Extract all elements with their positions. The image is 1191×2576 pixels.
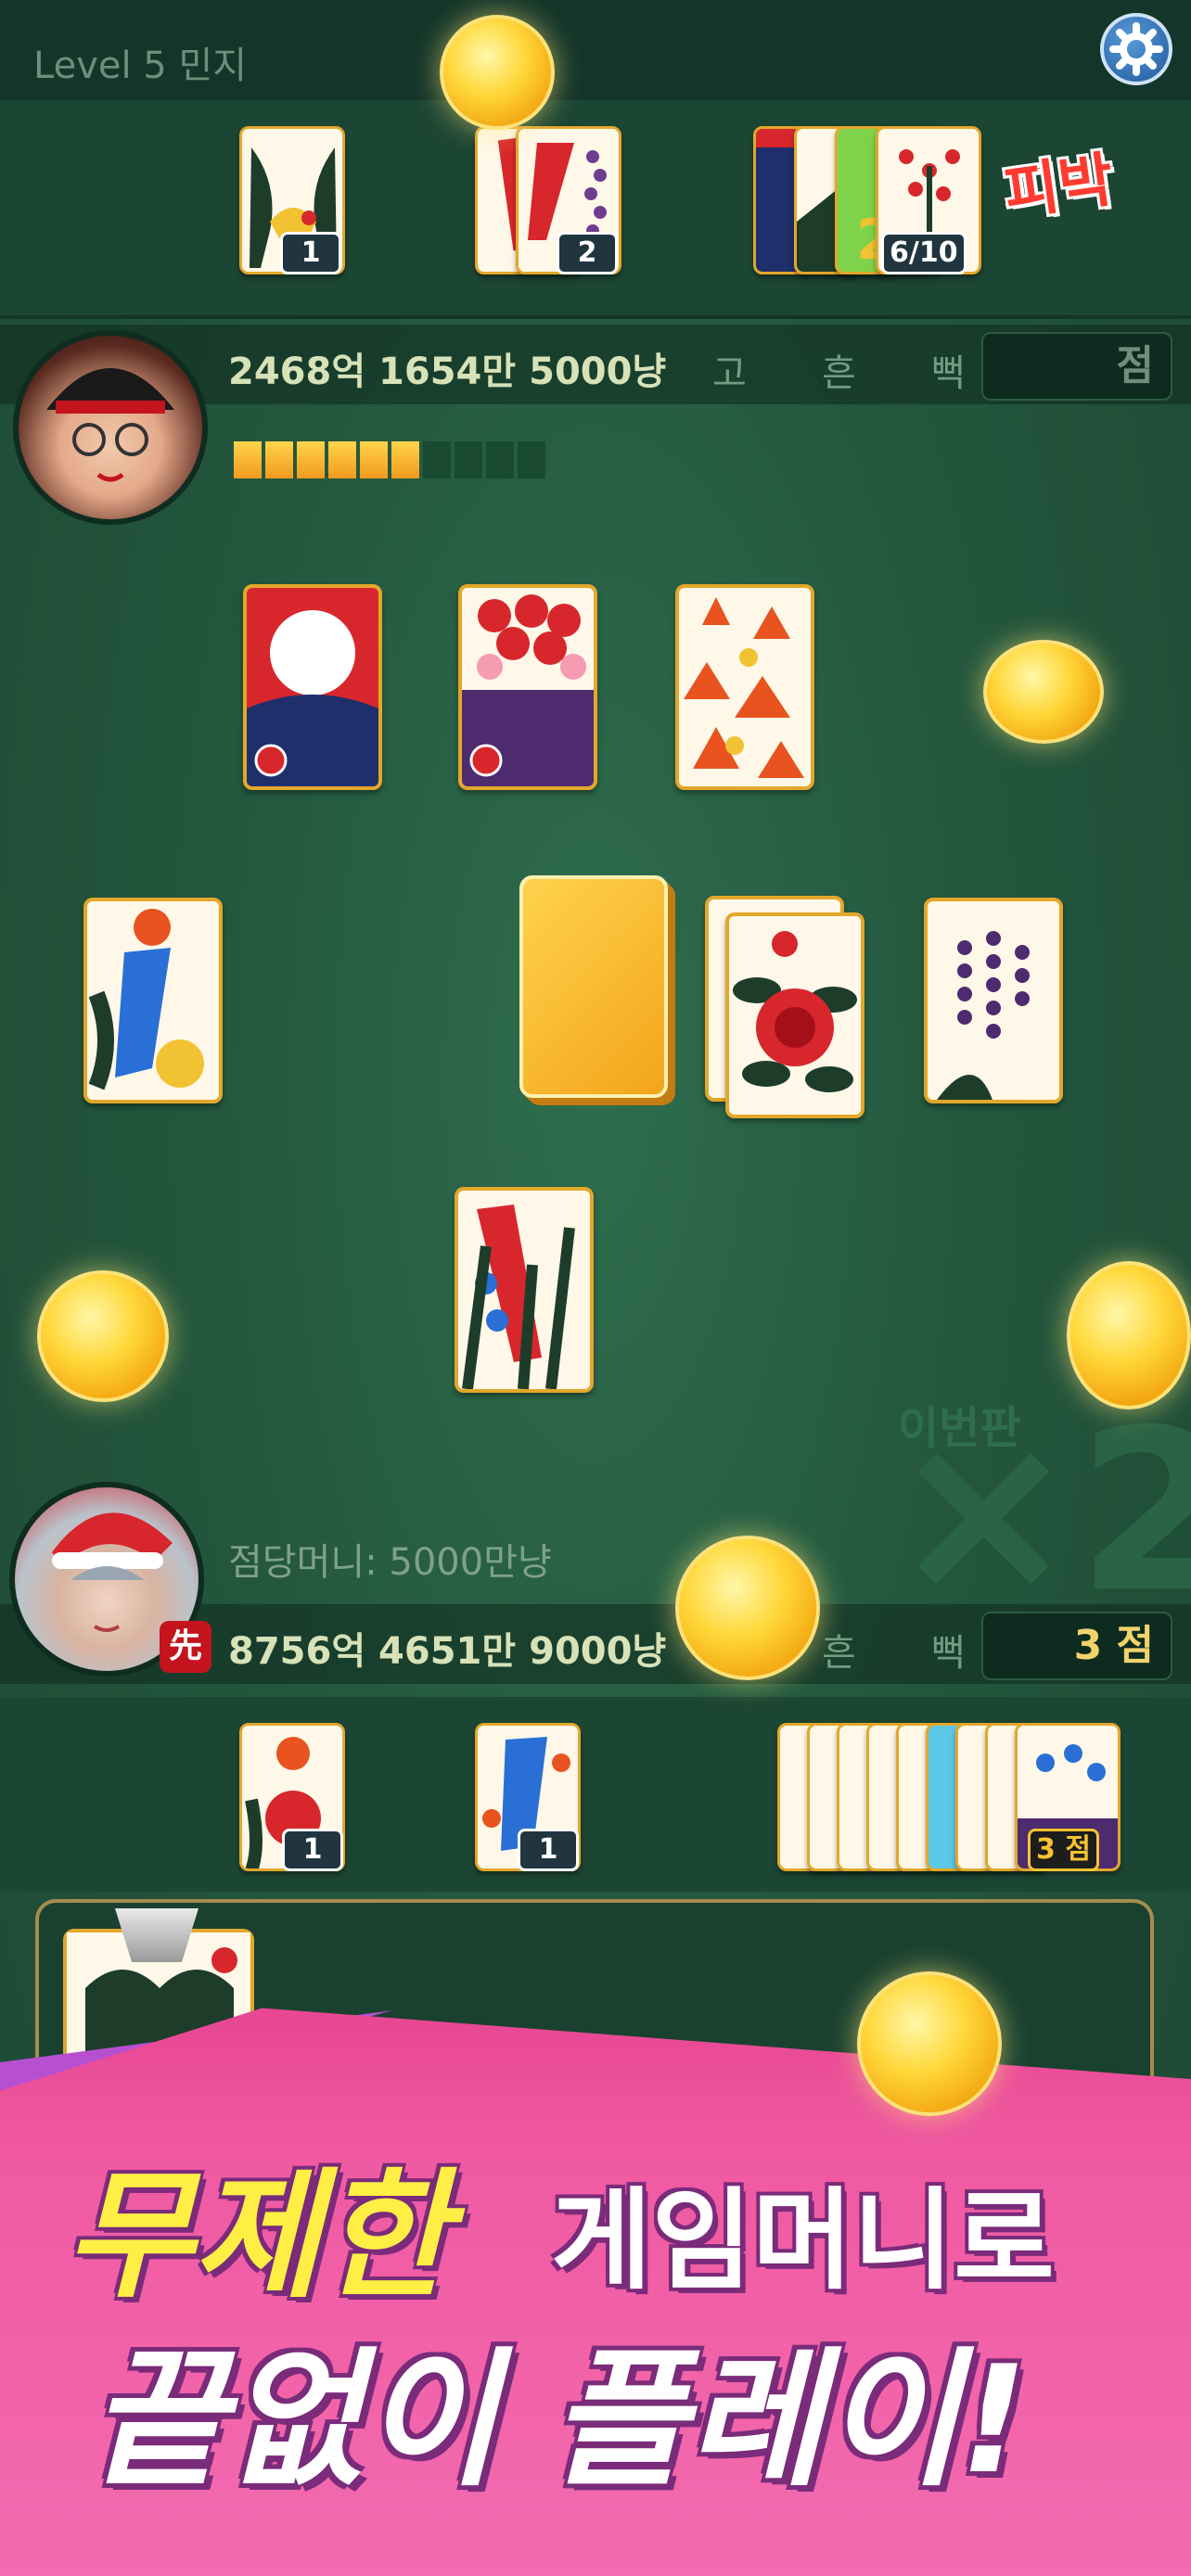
turn-segment <box>234 441 262 478</box>
first-turn-badge: 先 <box>160 1621 211 1673</box>
turn-progress-bar <box>234 441 549 482</box>
gold-coin-icon <box>1067 1261 1191 1409</box>
turn-segment <box>486 441 514 478</box>
player-yeol-count: 1 <box>282 1829 343 1871</box>
field-card-maple[interactable] <box>675 584 814 790</box>
point-money: 점당머니: 5000만냥 <box>228 1541 552 1584</box>
opponent-go-label: 고 <box>712 352 747 395</box>
gold-coin-icon <box>37 1270 169 1402</box>
gear-icon[interactable] <box>1100 13 1172 85</box>
field-card-bush-clover[interactable] <box>924 898 1063 1103</box>
gold-coin-icon <box>983 640 1104 744</box>
opponent-ppeok-label: 뻑 <box>931 352 966 395</box>
turn-segment <box>297 441 325 478</box>
opponent-heun-label: 흔 <box>822 352 856 395</box>
turn-segment <box>360 441 388 478</box>
opponent-tti-count: 2 <box>557 232 618 274</box>
player-heun-label: 흔 <box>822 1632 856 1675</box>
opponent-pi-count: 6/10 <box>881 232 967 274</box>
opponent-gwang-count: 1 <box>280 232 341 274</box>
pibak-status: 피박 <box>1000 146 1119 229</box>
deck-icon[interactable] <box>519 875 668 1098</box>
promo-headline-highlight: 무제한 <box>65 2156 450 2317</box>
turn-segment <box>265 441 293 478</box>
player-money: 8756억 4651만 9000냥 <box>228 1630 667 1673</box>
field-card-bright-moon[interactable] <box>243 584 382 790</box>
field-card-iris-ribbon[interactable] <box>455 1187 594 1393</box>
gold-coin-icon <box>857 1971 1002 2116</box>
field-card-chrysanthemum-ribbon[interactable] <box>83 898 223 1103</box>
player-pi-count: 3 점 <box>1028 1829 1099 1871</box>
gold-coin-icon <box>440 15 555 130</box>
opponent-money: 2468억 1654만 5000냥 <box>228 351 667 393</box>
field-card-peony[interactable] <box>725 912 864 1118</box>
player-ppeok-label: 뻑 <box>931 1632 966 1675</box>
turn-segment <box>455 441 482 478</box>
round-label: 이번판 <box>898 1402 1021 1454</box>
turn-segment <box>423 441 451 478</box>
opponent-avatar[interactable] <box>13 330 208 525</box>
field-card-cherry-curtain[interactable] <box>458 584 597 790</box>
opponent-score: 점 <box>981 332 1172 401</box>
turn-segment <box>328 441 356 478</box>
opponent-level-label: Level 5 민지 <box>33 45 248 87</box>
promo-headline-rest: 게임머니로 <box>551 2176 1055 2304</box>
player-score: 3 점 <box>981 1612 1172 1680</box>
promo-subheadline: 끝없이 플레이! <box>89 2333 1028 2506</box>
player-tti-count: 1 <box>518 1829 579 1871</box>
turn-segment <box>518 441 545 478</box>
top-bar: Level 5 민지 <box>0 0 1191 100</box>
turn-segment <box>391 441 419 478</box>
game-stage: Level 5 민지 1 2 6/10 피박 2468억 1654만 5000냥… <box>0 0 1191 2576</box>
gold-coin-icon <box>675 1536 820 1680</box>
